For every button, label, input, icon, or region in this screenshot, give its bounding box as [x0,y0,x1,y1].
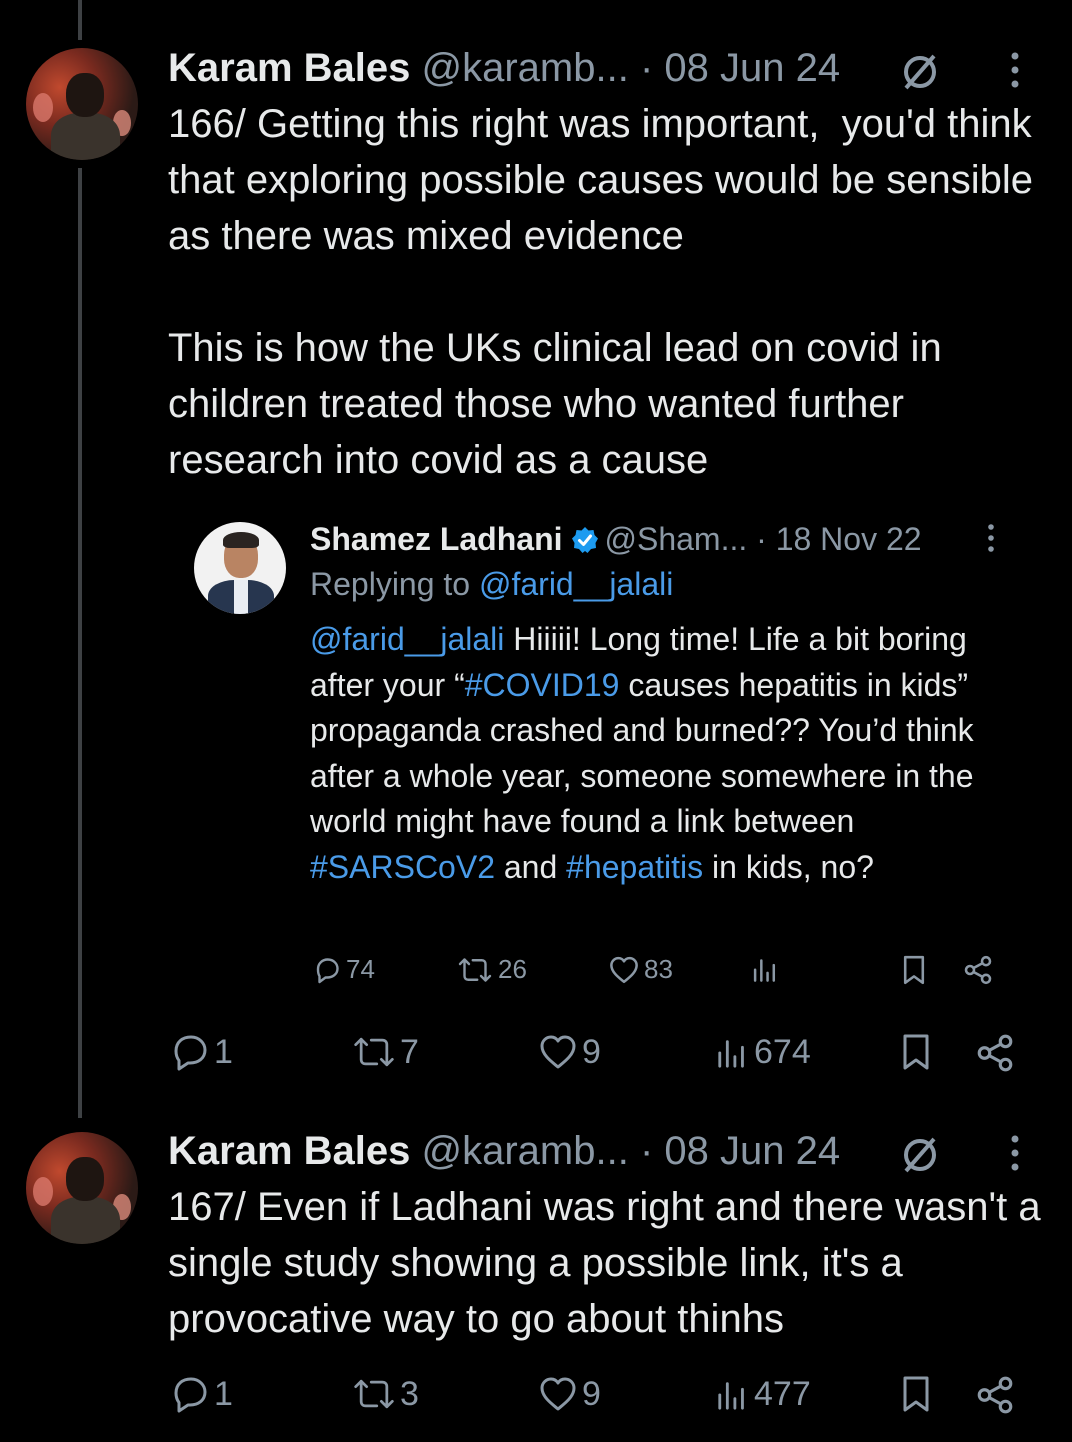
like-count: 9 [582,1032,601,1071]
quoted-share-button[interactable] [962,954,994,986]
share-icon [977,1376,1013,1414]
user-name[interactable]: Karam Bales [168,46,410,90]
share-icon [977,1034,1013,1072]
bookmark-icon [903,1376,929,1412]
quoted-text: @farid__jalali Hiiiii! Long time! Life a… [310,617,1030,890]
no-edit-icon [904,54,936,90]
share-icon [964,955,992,985]
quoted-repost-button[interactable]: 26 [456,954,527,985]
avatar[interactable] [26,48,138,160]
avatar[interactable] [26,1132,138,1244]
replying-prefix: Replying to [310,566,479,602]
verified-icon [571,527,598,553]
quoted-more-icon[interactable] [984,522,998,562]
tweet-text: 166/ Getting this right was important, y… [168,102,1033,482]
reply-button[interactable]: 1 [170,1374,233,1414]
views-icon [718,1040,744,1068]
thread-line-mid [78,168,82,1118]
views-icon [718,1382,744,1410]
repost-icon [354,1379,394,1409]
like-button[interactable]: 9 [538,1374,601,1414]
quoted-avatar[interactable] [194,522,286,614]
tweet-header: Karam Bales @karamb... · 08 Jun 24 [168,1131,840,1171]
replying-mention-link[interactable]: @farid__jalali [479,566,673,602]
reply-icon [316,957,339,983]
reply-icon [174,1377,207,1413]
like-count: 9 [582,1374,601,1413]
thread-line-top [78,0,82,40]
quoted-text-part: in kids, no? [703,848,874,885]
user-handle[interactable]: @karamb... [422,46,629,90]
reply-icon [174,1035,207,1071]
views-count: 477 [754,1374,811,1413]
reply-button[interactable]: 1 [170,1032,233,1072]
like-icon [540,1035,576,1069]
quoted-views-button[interactable] [752,954,780,984]
tweet-date[interactable]: · 08 Jun 24 [640,46,840,90]
share-button[interactable] [974,1374,1016,1416]
share-button[interactable] [974,1032,1016,1074]
views-button[interactable]: 674 [716,1032,811,1072]
quoted-text-part: and [494,848,567,885]
bookmark-icon [903,1034,929,1070]
reply-count: 1 [214,1374,233,1413]
bookmark-icon [903,955,925,985]
repost-button[interactable]: 3 [352,1374,419,1414]
repost-count: 26 [498,954,527,984]
more-icon[interactable] [1006,1133,1024,1180]
reply-count: 1 [214,1032,233,1071]
quoted-like-button[interactable]: 83 [608,954,673,985]
mention-link[interactable]: @farid__jalali [310,621,504,657]
views-count: 674 [754,1032,811,1071]
views-button[interactable]: 477 [716,1374,811,1414]
user-handle[interactable]: @karamb... [422,1129,629,1173]
repost-count: 7 [400,1032,419,1071]
no-edit-icon [904,1137,936,1173]
reply-count: 74 [346,954,375,984]
quoted-user-handle[interactable]: @Sham... [605,521,748,557]
like-icon [540,1377,576,1411]
tweet-text: 167/ Even if Ladhani was right and there… [168,1185,1052,1341]
repost-icon [458,957,492,982]
repost-icon [354,1037,394,1067]
views-icon [753,959,776,982]
quoted-bookmark-button[interactable] [902,954,926,986]
quoted-header: Shamez Ladhani @Sham... · 18 Nov 22 [310,520,922,558]
repost-button[interactable]: 7 [352,1032,419,1072]
replying-to: Replying to @farid__jalali [310,566,673,603]
tweet-header: Karam Bales @karamb... · 08 Jun 24 [168,48,840,88]
quoted-date[interactable]: · 18 Nov 22 [756,521,921,557]
like-count: 83 [644,954,673,984]
hashtag-link[interactable]: #hepatitis [566,849,703,885]
more-icon[interactable] [1006,50,1024,97]
hashtag-link[interactable]: #COVID19 [465,667,620,703]
tweet-date[interactable]: · 08 Jun 24 [640,1129,840,1173]
like-icon [610,956,638,983]
repost-count: 3 [400,1374,419,1413]
quoted-user-name[interactable]: Shamez Ladhani [310,521,563,557]
hashtag-link[interactable]: #SARSCoV2 [310,849,495,885]
user-name[interactable]: Karam Bales [168,1129,410,1173]
bookmark-button[interactable] [900,1374,932,1414]
like-button[interactable]: 9 [538,1032,601,1072]
quoted-reply-button[interactable]: 74 [312,954,375,985]
bookmark-button[interactable] [900,1032,932,1072]
